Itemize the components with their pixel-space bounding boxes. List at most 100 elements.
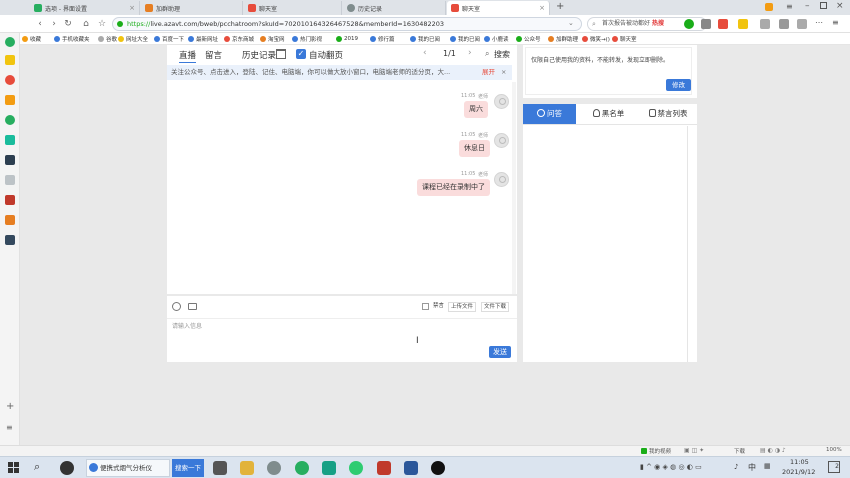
search-icon[interactable]: ⌕ [485, 49, 489, 59]
bookmark-item[interactable]: 加群助理 [548, 34, 578, 44]
close-icon[interactable]: × [129, 4, 135, 12]
weibo-icon[interactable] [5, 75, 15, 85]
status-icons[interactable]: ▤ ◐ ◑ ♪ [760, 447, 786, 454]
bookmark-item[interactable]: 京东商城 [224, 34, 254, 44]
clock-time[interactable]: 11:05 [790, 458, 809, 466]
record-icon[interactable] [431, 461, 445, 475]
shop-icon[interactable] [5, 95, 15, 105]
refresh-icon[interactable]: ↻ [62, 18, 74, 30]
tab-mute-list[interactable]: 禁言列表 [639, 104, 697, 124]
store-icon[interactable] [213, 461, 227, 475]
bookmark-item[interactable]: 2019 [336, 34, 358, 44]
wechat-icon[interactable] [5, 115, 15, 125]
p-app-icon[interactable] [5, 135, 15, 145]
bookmark-item[interactable]: 谷歌 [98, 34, 117, 44]
zoom-level[interactable]: 100% [826, 447, 842, 453]
favorites-icon[interactable] [5, 55, 15, 65]
image-icon[interactable] [188, 303, 197, 310]
status-icons[interactable]: ▣ ◫ ✦ [684, 447, 704, 454]
game-icon[interactable] [718, 19, 728, 29]
star-icon[interactable]: ☆ [96, 18, 108, 30]
send-button[interactable]: 发送 [489, 346, 511, 358]
download-file-button[interactable]: 文件下载 [481, 302, 510, 312]
bookmark-item[interactable]: 手机收藏夹 [54, 34, 90, 44]
message-input[interactable]: 请输入信息 [172, 321, 202, 330]
edit-button[interactable]: 修改 [666, 79, 691, 91]
doc-icon[interactable] [5, 175, 15, 185]
extension-icon[interactable] [738, 19, 748, 29]
scrollbar[interactable] [512, 82, 516, 294]
more-icon[interactable]: ⋯ [815, 18, 823, 27]
add-icon[interactable]: + [6, 401, 14, 412]
input-language[interactable]: 中 [748, 462, 756, 473]
mute-checkbox[interactable] [422, 303, 429, 310]
browser-tab[interactable]: 选项 - 界面设置 × [30, 1, 140, 15]
search-label[interactable]: 搜索 [494, 49, 510, 60]
bookmark-item[interactable]: 微笑→() [582, 34, 610, 44]
browser-tab[interactable]: 聊天室 [244, 1, 342, 15]
folder-icon[interactable] [240, 461, 254, 475]
calendar-icon[interactable] [276, 49, 286, 59]
minimize-icon[interactable]: – [805, 1, 810, 11]
home-icon[interactable]: ⌂ [80, 18, 92, 30]
ime-icon[interactable]: ▦ [764, 462, 771, 470]
image-icon[interactable] [760, 19, 770, 29]
word-icon[interactable] [404, 461, 418, 475]
new-tab-button[interactable]: + [556, 1, 564, 12]
app-icon[interactable] [322, 461, 336, 475]
close-window-icon[interactable]: × [836, 1, 844, 11]
chevron-down-icon[interactable]: ⌄ [568, 19, 574, 27]
maximize-icon[interactable] [820, 2, 827, 9]
menu-icon[interactable]: ≡ [832, 18, 839, 27]
app-icon[interactable] [377, 461, 391, 475]
my-video-link[interactable]: 我的视频 [649, 447, 671, 455]
browser-tab-active[interactable]: 聊天室 × [447, 1, 550, 15]
windows-start-icon[interactable] [8, 462, 20, 474]
checkbox-checked-icon[interactable]: ✓ [296, 49, 306, 59]
app-icon[interactable] [60, 461, 74, 475]
bookmark-item[interactable]: 网址大全 [118, 34, 148, 44]
scissors-icon[interactable] [701, 19, 711, 29]
bookmark-item[interactable]: 公众号 [516, 34, 541, 44]
tab-comments[interactable]: 留言 [205, 49, 222, 61]
search-icon[interactable]: ⌕ [34, 460, 40, 474]
tab-qa[interactable]: 问答 [523, 104, 576, 124]
wechat-icon[interactable] [349, 461, 363, 475]
url-field[interactable]: https://live.azavt.com/bweb/pcchatroom?s… [112, 17, 582, 31]
speaker-icon[interactable]: ♪ [734, 463, 738, 471]
prev-page-icon[interactable]: ‹ [423, 48, 427, 58]
notification-icon[interactable]: 2 [828, 461, 840, 473]
bookmark-item[interactable]: 热门影视 [292, 34, 322, 44]
close-icon[interactable]: × [539, 4, 545, 12]
app-icon[interactable] [267, 461, 281, 475]
menu-icon[interactable]: ≡ [6, 423, 13, 432]
app-icon[interactable] [5, 155, 15, 165]
bookmark-item[interactable]: 我的已阅 [410, 34, 440, 44]
forward-icon[interactable]: › [48, 18, 60, 30]
grid-icon[interactable] [779, 19, 789, 29]
scrollbar[interactable] [687, 126, 688, 362]
tab-history[interactable]: 历史记录 [242, 49, 276, 61]
bookmark-item[interactable]: 淘宝网 [260, 34, 285, 44]
safety-icon[interactable] [684, 19, 694, 29]
bookmark-item[interactable]: 最新网址 [188, 34, 218, 44]
download-link[interactable]: 下载 [734, 447, 745, 455]
app-icon[interactable] [5, 235, 15, 245]
video-icon[interactable] [5, 195, 15, 205]
emoji-icon[interactable] [172, 302, 181, 311]
taskbar-search-input[interactable]: 便携式烟气分析仪 [86, 459, 170, 477]
skin-icon[interactable] [765, 3, 773, 11]
bookmark-item[interactable]: 小鹿读 [484, 34, 509, 44]
browser-tab[interactable]: 加群助理 [141, 1, 243, 15]
back-icon[interactable]: ‹ [34, 18, 46, 30]
clock-date[interactable]: 2021/9/12 [782, 468, 815, 476]
close-icon[interactable]: × [501, 65, 506, 80]
menu-icon[interactable]: ≡ [786, 2, 793, 11]
tray-icons[interactable]: ▮ ^ ◉ ◈ ◍ ◎ ◐ ▭ [640, 463, 702, 471]
undo-icon[interactable] [797, 19, 807, 29]
bookmark-item[interactable]: 百度一下 [154, 34, 184, 44]
tab-blacklist[interactable]: 黑名单 [581, 104, 636, 124]
upload-file-button[interactable]: 上传文件 [448, 302, 477, 312]
expand-link[interactable]: 展开 [482, 65, 495, 80]
taskbar-search-button[interactable]: 搜索一下 [172, 459, 204, 477]
